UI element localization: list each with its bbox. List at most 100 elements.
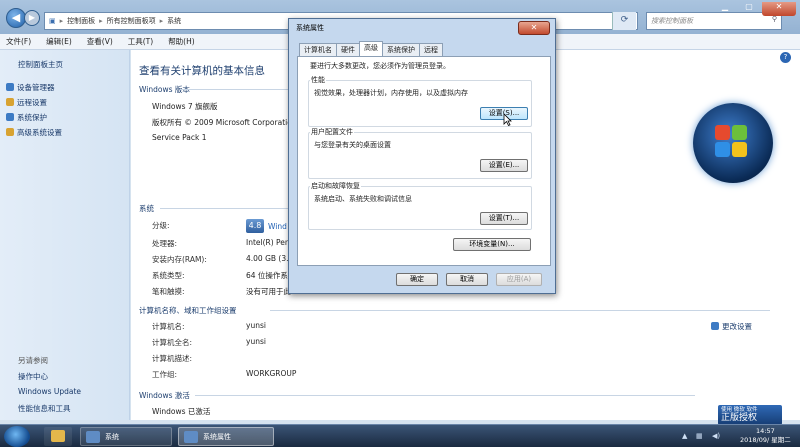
pc-fullname-value: yunsi (246, 337, 266, 346)
help-icon[interactable]: ? (780, 52, 791, 63)
start-button[interactable] (4, 426, 30, 447)
clock[interactable]: 14:57 2018/09/ 星期二 (740, 427, 791, 445)
menu-view[interactable]: 查看(V) (87, 36, 113, 47)
computer-icon: ▣ (49, 17, 56, 25)
activation-section: Windows 激活 (139, 391, 190, 400)
sidebar-item-remote[interactable]: 远程设置 (6, 97, 47, 108)
tab-remote[interactable]: 远程 (419, 43, 443, 56)
computer-section: 计算机名称、域和工作组设置 (139, 306, 237, 315)
see-also-action-center[interactable]: 操作中心 (18, 371, 48, 382)
breadcrumb-item[interactable]: 系统 (167, 16, 181, 26)
rating-link[interactable]: Wind (268, 222, 287, 231)
pinned-explorer[interactable] (44, 427, 72, 446)
flag-yellow (732, 142, 747, 157)
rating-label: 分级: (152, 221, 170, 230)
cpu-label: 处理器: (152, 239, 178, 248)
search-icon: ⚲ (771, 15, 777, 23)
sidebar-item-advanced[interactable]: 高级系统设置 (6, 127, 62, 138)
refresh-icon[interactable]: ⟳ (612, 12, 636, 30)
startup-desc: 系统启动、系统失败和调试信息 (314, 195, 412, 203)
ram-label: 安装内存(RAM): (152, 255, 207, 264)
minimize-button[interactable]: ▁ (714, 2, 736, 16)
startup-settings-button[interactable]: 设置(T)... (480, 212, 528, 225)
rating-score[interactable]: 4.8 (246, 219, 264, 233)
window-close-button[interactable]: ✕ (762, 2, 796, 16)
taskbar-item-system-properties[interactable]: 系统属性 (178, 427, 274, 446)
windows-logo (693, 103, 773, 183)
breadcrumb-item[interactable]: 控制面板 (67, 16, 95, 26)
folder-icon (51, 430, 65, 442)
sidebar-item-protection[interactable]: 系统保护 (6, 112, 47, 123)
shield-icon (6, 83, 14, 91)
menu-edit[interactable]: 编辑(E) (46, 36, 72, 47)
shield-icon (6, 113, 14, 121)
pc-desc-label: 计算机描述: (152, 354, 193, 363)
breadcrumb-item[interactable]: 所有控制面板项 (107, 16, 156, 26)
tab-computer-name[interactable]: 计算机名 (299, 43, 337, 56)
pc-name-label: 计算机名: (152, 322, 185, 331)
cpu-value: Intel(R) Pent (246, 238, 293, 247)
computer-icon (86, 431, 100, 443)
tab-hardware[interactable]: 硬件 (336, 43, 360, 56)
page-title: 查看有关计算机的基本信息 (139, 65, 265, 77)
taskbar-item-system[interactable]: 系统 (80, 427, 172, 446)
cancel-button[interactable]: 取消 (446, 273, 488, 286)
divider (180, 89, 290, 90)
type-label: 系统类型: (152, 271, 185, 280)
apply-button[interactable]: 应用(A) (496, 273, 542, 286)
shield-icon (711, 322, 719, 330)
pen-label: 笔和触摸: (152, 287, 185, 296)
edition-copyright: 版权所有 © 2009 Microsoft Corporatio (152, 118, 292, 127)
workgroup-value: WORKGROUP (246, 369, 297, 378)
sidebar-item-device-manager[interactable]: 设备管理器 (6, 82, 55, 93)
activation-status: Windows 已激活 (152, 407, 211, 416)
flag-red (715, 125, 730, 140)
dialog-title: 系统属性 (296, 24, 324, 32)
dialog-close-button[interactable]: ✕ (518, 21, 550, 35)
pc-name-value: yunsi (246, 321, 266, 330)
shield-icon (6, 98, 14, 106)
edition-name: Windows 7 旗舰版 (152, 102, 218, 111)
menu-help[interactable]: 帮助(H) (168, 36, 195, 47)
profiles-title: 用户配置文件 (310, 127, 354, 137)
tab-system-protection[interactable]: 系统保护 (382, 43, 420, 56)
shield-icon (6, 128, 14, 136)
profiles-settings-button[interactable]: 设置(E)... (480, 159, 528, 172)
flag-blue (715, 142, 730, 157)
ram-value: 4.00 GB (3.9 (246, 254, 294, 263)
system-section: 系统 (139, 204, 154, 213)
back-button[interactable]: ◀ (6, 8, 26, 28)
divider (195, 395, 695, 396)
change-settings-link[interactable]: 更改设置 (711, 321, 752, 332)
maximize-button[interactable]: ▢ (738, 2, 760, 16)
menu-tools[interactable]: 工具(T) (128, 36, 153, 47)
admin-note: 要进行大多数更改，您必须作为管理员登录。 (310, 62, 450, 70)
mouse-cursor-icon (503, 113, 512, 126)
performance-title: 性能 (310, 75, 326, 85)
see-also-performance[interactable]: 性能信息和工具 (18, 403, 71, 414)
flag-green (732, 125, 747, 140)
workgroup-label: 工作组: (152, 370, 178, 379)
performance-desc: 视觉效果，处理器计划，内存使用，以及虚拟内存 (314, 89, 468, 97)
taskbar: 系统 系统属性 (0, 424, 800, 447)
pc-fullname-label: 计算机全名: (152, 338, 193, 347)
genuine-badge[interactable]: 使用 微软 软件 正版授权 (718, 405, 782, 425)
see-also-windows-update[interactable]: Windows Update (18, 387, 81, 396)
network-icon[interactable]: ▦ (696, 432, 703, 440)
profiles-desc: 与您登录有关的桌面设置 (314, 141, 391, 149)
sidebar-home-link[interactable]: 控制面板主页 (18, 59, 63, 70)
menu-file[interactable]: 文件(F) (6, 36, 31, 47)
startup-title: 启动和故障恢复 (310, 181, 361, 191)
tray-expand-icon[interactable]: ▲ (682, 432, 687, 440)
service-pack: Service Pack 1 (152, 133, 207, 142)
tab-advanced[interactable]: 高级 (359, 41, 383, 56)
computer-icon (184, 431, 198, 443)
ok-button[interactable]: 确定 (396, 273, 438, 286)
divider (160, 208, 290, 209)
divider (270, 310, 770, 311)
forward-button[interactable]: ▶ (24, 10, 40, 26)
see-also-title: 另请参阅 (18, 356, 48, 365)
environment-variables-button[interactable]: 环境变量(N)... (453, 238, 531, 251)
volume-icon[interactable]: ◀) (712, 432, 720, 440)
type-value: 64 位操作系 (246, 271, 288, 280)
